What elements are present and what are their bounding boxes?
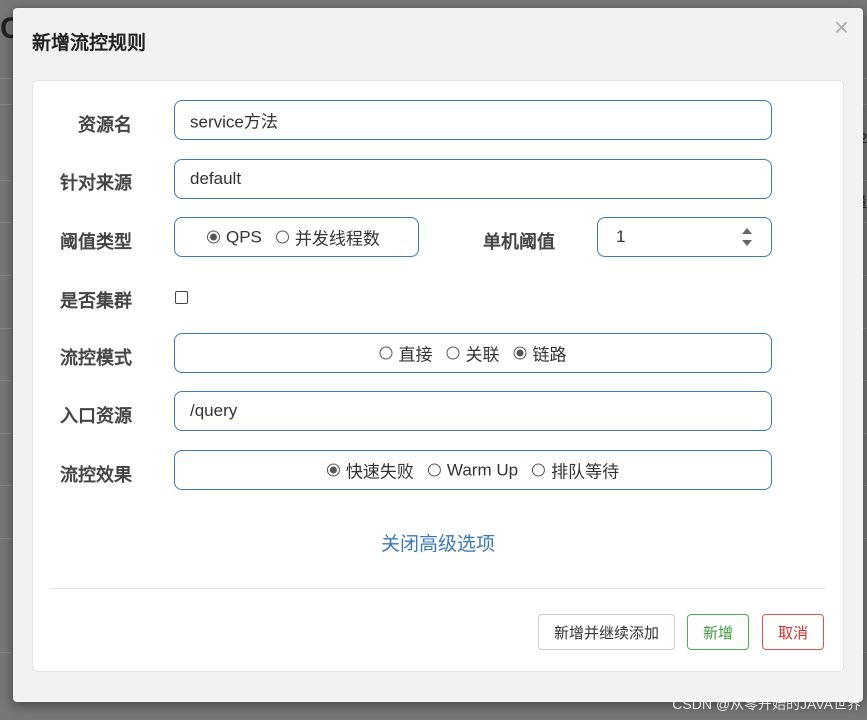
flow-mode-options: 直接 关联 链路: [379, 341, 567, 366]
flow-mode-option-label: 直接: [398, 345, 433, 365]
threshold-type-options: QPS 并发线程数: [207, 225, 380, 250]
flow-mode-label: 流控模式: [60, 348, 132, 368]
watermark-text: CSDN @从零开始的JAVA世界: [672, 696, 861, 712]
add-and-continue-button[interactable]: 新增并继续添加: [538, 614, 675, 650]
dialog-body: 资源名 service方法 针对来源 default 阈值类型 QPS 并发线程…: [32, 80, 844, 672]
radio-unchecked-icon[interactable]: [446, 346, 460, 360]
resource-name-label: 资源名: [78, 115, 132, 135]
radio-unchecked-icon[interactable]: [379, 346, 393, 360]
cluster-label: 是否集群: [60, 291, 132, 311]
radio-unchecked-icon[interactable]: [275, 230, 289, 244]
threshold-type-label: 阈值类型: [60, 232, 132, 252]
effect-option-label: Warm Up: [446, 460, 519, 479]
threshold-type-group: QPS 并发线程数: [174, 217, 419, 257]
resource-name-value: service方法: [190, 112, 278, 132]
effect-options: 快速失败 Warm Up 排队等待: [326, 458, 619, 483]
threshold-label: 单机阈值: [483, 232, 555, 252]
entry-resource-value: /query: [190, 401, 238, 420]
threshold-type-option-qps[interactable]: QPS: [207, 227, 262, 247]
spinner-down-icon[interactable]: [742, 240, 752, 246]
footer-divider: [51, 588, 825, 589]
threshold-type-option-label: 并发线程数: [294, 229, 380, 249]
cancel-button[interactable]: 取消: [762, 614, 824, 650]
radio-unchecked-icon[interactable]: [532, 463, 546, 477]
flow-mode-option-label: 链路: [532, 345, 567, 365]
effect-option-label: 快速失败: [345, 462, 414, 482]
effect-option-fail-fast[interactable]: 快速失败: [326, 458, 414, 483]
threshold-type-option-label: QPS: [226, 227, 262, 246]
origin-label: 针对来源: [60, 173, 132, 193]
effect-label: 流控效果: [60, 465, 132, 485]
threshold-type-option-threads[interactable]: 并发线程数: [275, 225, 380, 250]
close-icon[interactable]: ×: [834, 14, 849, 40]
cluster-checkbox[interactable]: [175, 291, 188, 304]
resource-name-input[interactable]: service方法: [174, 100, 772, 140]
spinner-up-icon[interactable]: [742, 228, 752, 234]
effect-group: 快速失败 Warm Up 排队等待: [174, 450, 772, 490]
add-flow-rule-dialog: 新增流控规则 × 资源名 service方法 针对来源 default 阈值类型…: [13, 8, 863, 702]
radio-checked-icon[interactable]: [207, 230, 220, 244]
add-button[interactable]: 新增: [687, 614, 749, 650]
effect-option-label: 排队等待: [551, 462, 620, 482]
origin-value: default: [190, 169, 242, 188]
spinner-arrows-icon[interactable]: [742, 228, 752, 246]
entry-resource-label: 入口资源: [60, 406, 132, 426]
entry-resource-input[interactable]: /query: [174, 391, 772, 431]
flow-mode-option-direct[interactable]: 直接: [379, 341, 433, 366]
radio-unchecked-icon[interactable]: [427, 463, 441, 477]
dialog-title: 新增流控规则: [32, 33, 147, 54]
radio-checked-icon[interactable]: [513, 346, 527, 360]
effect-option-warm-up[interactable]: Warm Up: [427, 460, 519, 480]
threshold-number-input[interactable]: 1: [597, 217, 772, 257]
flow-mode-option-relate[interactable]: 关联: [446, 341, 500, 366]
flow-mode-option-label: 关联: [465, 345, 500, 365]
effect-option-queue[interactable]: 排队等待: [532, 458, 619, 483]
flow-mode-option-chain[interactable]: 链路: [513, 341, 567, 366]
threshold-value: 1: [616, 227, 626, 246]
close-advanced-options-link[interactable]: 关闭高级选项: [33, 529, 843, 556]
radio-checked-icon[interactable]: [326, 463, 340, 477]
origin-input[interactable]: default: [174, 159, 772, 199]
flow-mode-group: 直接 关联 链路: [174, 333, 772, 373]
